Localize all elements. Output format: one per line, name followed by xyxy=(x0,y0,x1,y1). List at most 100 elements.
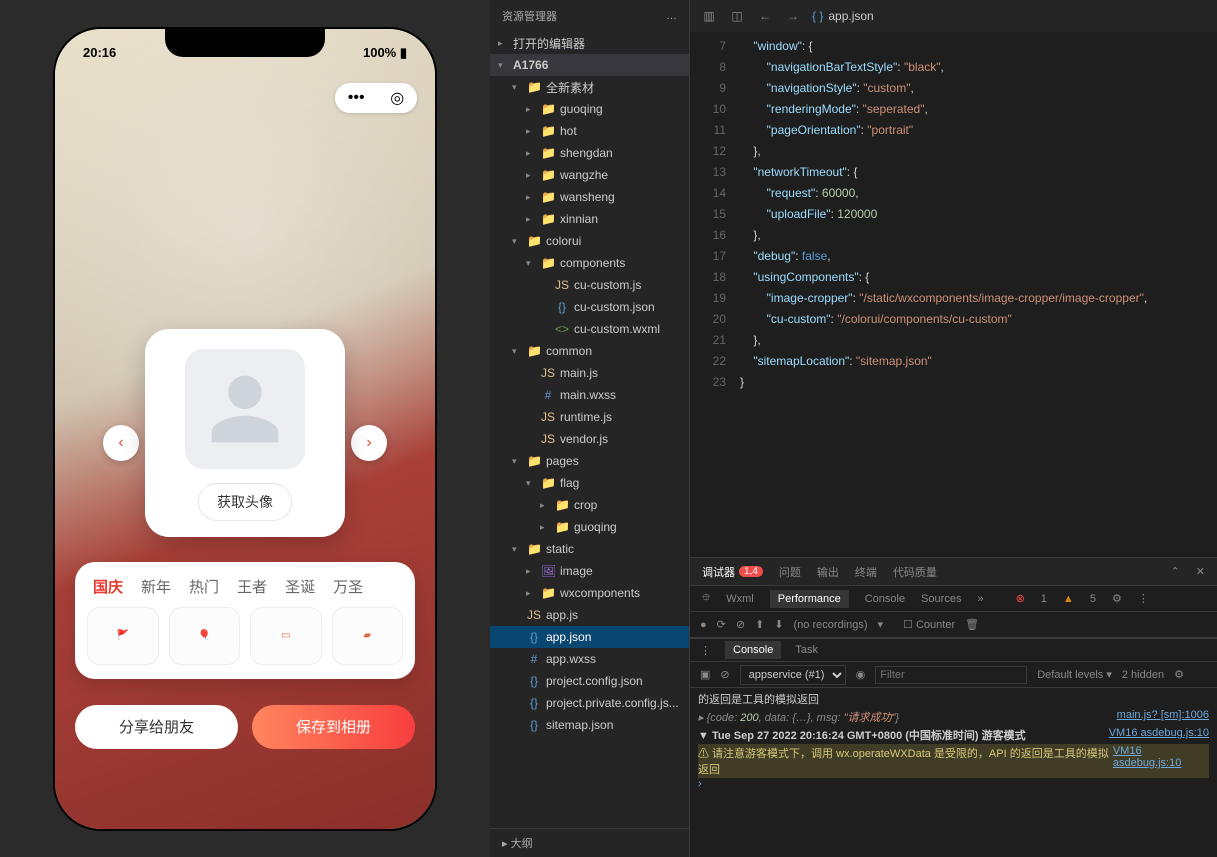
gear-icon[interactable]: ⚙ xyxy=(1174,668,1184,681)
outline-section[interactable]: ▸ 大纲 xyxy=(490,828,689,857)
clear-console-icon[interactable]: ⊘ xyxy=(720,668,729,681)
category-tab[interactable]: 热门 xyxy=(189,576,219,597)
share-button[interactable]: 分享给朋友 xyxy=(75,705,238,749)
dropdown-icon[interactable]: ▾ xyxy=(878,618,884,631)
counter-checkbox[interactable]: ☐ Counter xyxy=(903,618,955,631)
tree-item[interactable]: ▸📁xinnian xyxy=(490,208,689,230)
console-side-icon[interactable]: ▣ xyxy=(700,668,710,681)
tree-item[interactable]: {}project.config.json xyxy=(490,670,689,692)
console-output[interactable]: 的返回是工具的模拟返回▸ {code: 200, data: {…}, msg:… xyxy=(690,688,1217,857)
open-editors-section[interactable]: ▸打开的编辑器 xyxy=(490,32,689,54)
tree-item[interactable]: ▸📁wansheng xyxy=(490,186,689,208)
reload-icon[interactable]: ⟳ xyxy=(717,618,726,631)
tree-item[interactable]: {}sitemap.json xyxy=(490,714,689,736)
tree-item[interactable]: JSvendor.js xyxy=(490,428,689,450)
template-thumb[interactable]: ▰ xyxy=(332,607,404,665)
tree-item[interactable]: JSruntime.js xyxy=(490,406,689,428)
template-thumb[interactable]: ▭ xyxy=(250,607,322,665)
category-tab[interactable]: 万圣 xyxy=(333,576,363,597)
drawer-kebab-icon[interactable]: ⋮ xyxy=(700,644,711,657)
explorer-more-icon[interactable]: … xyxy=(666,10,677,22)
tree-item[interactable]: ▸📁crop xyxy=(490,494,689,516)
capsule-close-icon[interactable]: ◎ xyxy=(390,88,404,108)
error-count[interactable]: 1 xyxy=(1041,593,1047,605)
devtools-tab-quality[interactable]: 代码质量 xyxy=(893,564,937,580)
warn-count[interactable]: 5 xyxy=(1090,593,1096,605)
levels-select[interactable]: Default levels ▾ xyxy=(1037,668,1112,681)
subtab-performance[interactable]: Performance xyxy=(770,590,849,608)
tree-item[interactable]: ▸📁wangzhe xyxy=(490,164,689,186)
devtools-tab-debugger[interactable]: 调试器 xyxy=(702,564,735,580)
drawer-tab-task[interactable]: Task xyxy=(795,644,818,656)
console-filter-bar: ▣ ⊘ appservice (#1) ◉ Default levels ▾ 2… xyxy=(690,662,1217,688)
tree-item[interactable]: ▾📁全新素材 xyxy=(490,76,689,98)
avatar-placeholder xyxy=(185,349,305,469)
next-template-button[interactable]: › xyxy=(351,425,387,461)
category-tab[interactable]: 王者 xyxy=(237,576,267,597)
capsule-more-icon[interactable]: ••• xyxy=(348,89,365,107)
tree-item[interactable]: {}project.private.config.js... xyxy=(490,692,689,714)
eye-icon[interactable]: ◉ xyxy=(856,668,866,681)
tree-item[interactable]: JSmain.js xyxy=(490,362,689,384)
code-content[interactable]: "window": { "navigationBarTextStyle": "b… xyxy=(740,32,1217,557)
nav-forward-icon[interactable]: → xyxy=(784,9,802,23)
chevron-up-icon[interactable]: ⌃ xyxy=(1171,565,1180,578)
no-recordings-label: (no recordings) xyxy=(794,619,868,631)
tree-item[interactable]: ▸🖼image xyxy=(490,560,689,582)
upload-icon[interactable]: ⬆ xyxy=(755,618,764,631)
tree-item[interactable]: ▾📁flag xyxy=(490,472,689,494)
project-root[interactable]: ▾A1766 xyxy=(490,54,689,76)
category-tab[interactable]: 新年 xyxy=(141,576,171,597)
bookmark-icon[interactable]: ◫ xyxy=(728,9,746,23)
tree-item[interactable]: ▾📁components xyxy=(490,252,689,274)
more-tabs-icon[interactable]: » xyxy=(977,593,983,605)
devtools-tab-output[interactable]: 输出 xyxy=(817,564,839,580)
tree-item[interactable]: ▾📁common xyxy=(490,340,689,362)
tree-item[interactable]: ▸📁hot xyxy=(490,120,689,142)
tree-item[interactable]: #app.wxss xyxy=(490,648,689,670)
capsule-menu[interactable]: ••• ◎ xyxy=(335,83,417,113)
category-tab[interactable]: 国庆 xyxy=(93,576,123,597)
tree-item[interactable]: <>cu-custom.wxml xyxy=(490,318,689,340)
tree-item[interactable]: ▸📁wxcomponents xyxy=(490,582,689,604)
tree-item[interactable]: ▾📁pages xyxy=(490,450,689,472)
tree-item[interactable]: ▸📁guoqing xyxy=(490,516,689,538)
trash-icon[interactable]: 🗑 xyxy=(965,618,979,631)
tree-item[interactable]: {}cu-custom.json xyxy=(490,296,689,318)
get-avatar-button[interactable]: 获取头像 xyxy=(198,483,292,521)
console-filter-input[interactable] xyxy=(875,666,1027,684)
inspect-icon[interactable]: ⯐ xyxy=(702,589,710,608)
close-icon[interactable]: ✕ xyxy=(1196,565,1205,578)
context-select[interactable]: appservice (#1) xyxy=(740,665,846,685)
template-thumb[interactable]: 🚩 xyxy=(87,607,159,665)
toggle-panel-icon[interactable]: ▥ xyxy=(700,9,718,23)
hidden-count[interactable]: 2 hidden xyxy=(1122,669,1164,681)
drawer-tab-console[interactable]: Console xyxy=(725,641,781,659)
tree-item[interactable]: ▸📁guoqing xyxy=(490,98,689,120)
avatar-card: 获取头像 xyxy=(145,329,345,537)
editor-tab[interactable]: { }app.json xyxy=(812,9,874,23)
prev-template-button[interactable]: ‹ xyxy=(103,425,139,461)
kebab-icon[interactable]: ⋮ xyxy=(1138,592,1149,605)
gear-icon[interactable]: ⚙ xyxy=(1112,592,1122,605)
category-tab[interactable]: 圣诞 xyxy=(285,576,315,597)
code-editor[interactable]: 7891011121314151617181920212223 "window"… xyxy=(690,32,1217,557)
tree-item[interactable]: #main.wxss xyxy=(490,384,689,406)
subtab-sources[interactable]: Sources xyxy=(921,593,961,605)
save-to-album-button[interactable]: 保存到相册 xyxy=(252,705,415,749)
nav-back-icon[interactable]: ← xyxy=(756,9,774,23)
tree-item[interactable]: JSapp.js xyxy=(490,604,689,626)
devtools-tab-problems[interactable]: 问题 xyxy=(779,564,801,580)
clear-icon[interactable]: ⊘ xyxy=(736,618,745,631)
template-thumb[interactable]: 🎈 xyxy=(169,607,241,665)
tree-item[interactable]: ▸📁shengdan xyxy=(490,142,689,164)
record-icon[interactable]: ● xyxy=(700,619,707,631)
tree-item[interactable]: ▾📁static xyxy=(490,538,689,560)
tree-item[interactable]: {}app.json xyxy=(490,626,689,648)
download-icon[interactable]: ⬇ xyxy=(774,618,783,631)
subtab-wxml[interactable]: Wxml xyxy=(726,593,754,605)
tree-item[interactable]: ▾📁colorui xyxy=(490,230,689,252)
devtools-tab-terminal[interactable]: 终端 xyxy=(855,564,877,580)
subtab-console[interactable]: Console xyxy=(865,593,905,605)
tree-item[interactable]: JScu-custom.js xyxy=(490,274,689,296)
